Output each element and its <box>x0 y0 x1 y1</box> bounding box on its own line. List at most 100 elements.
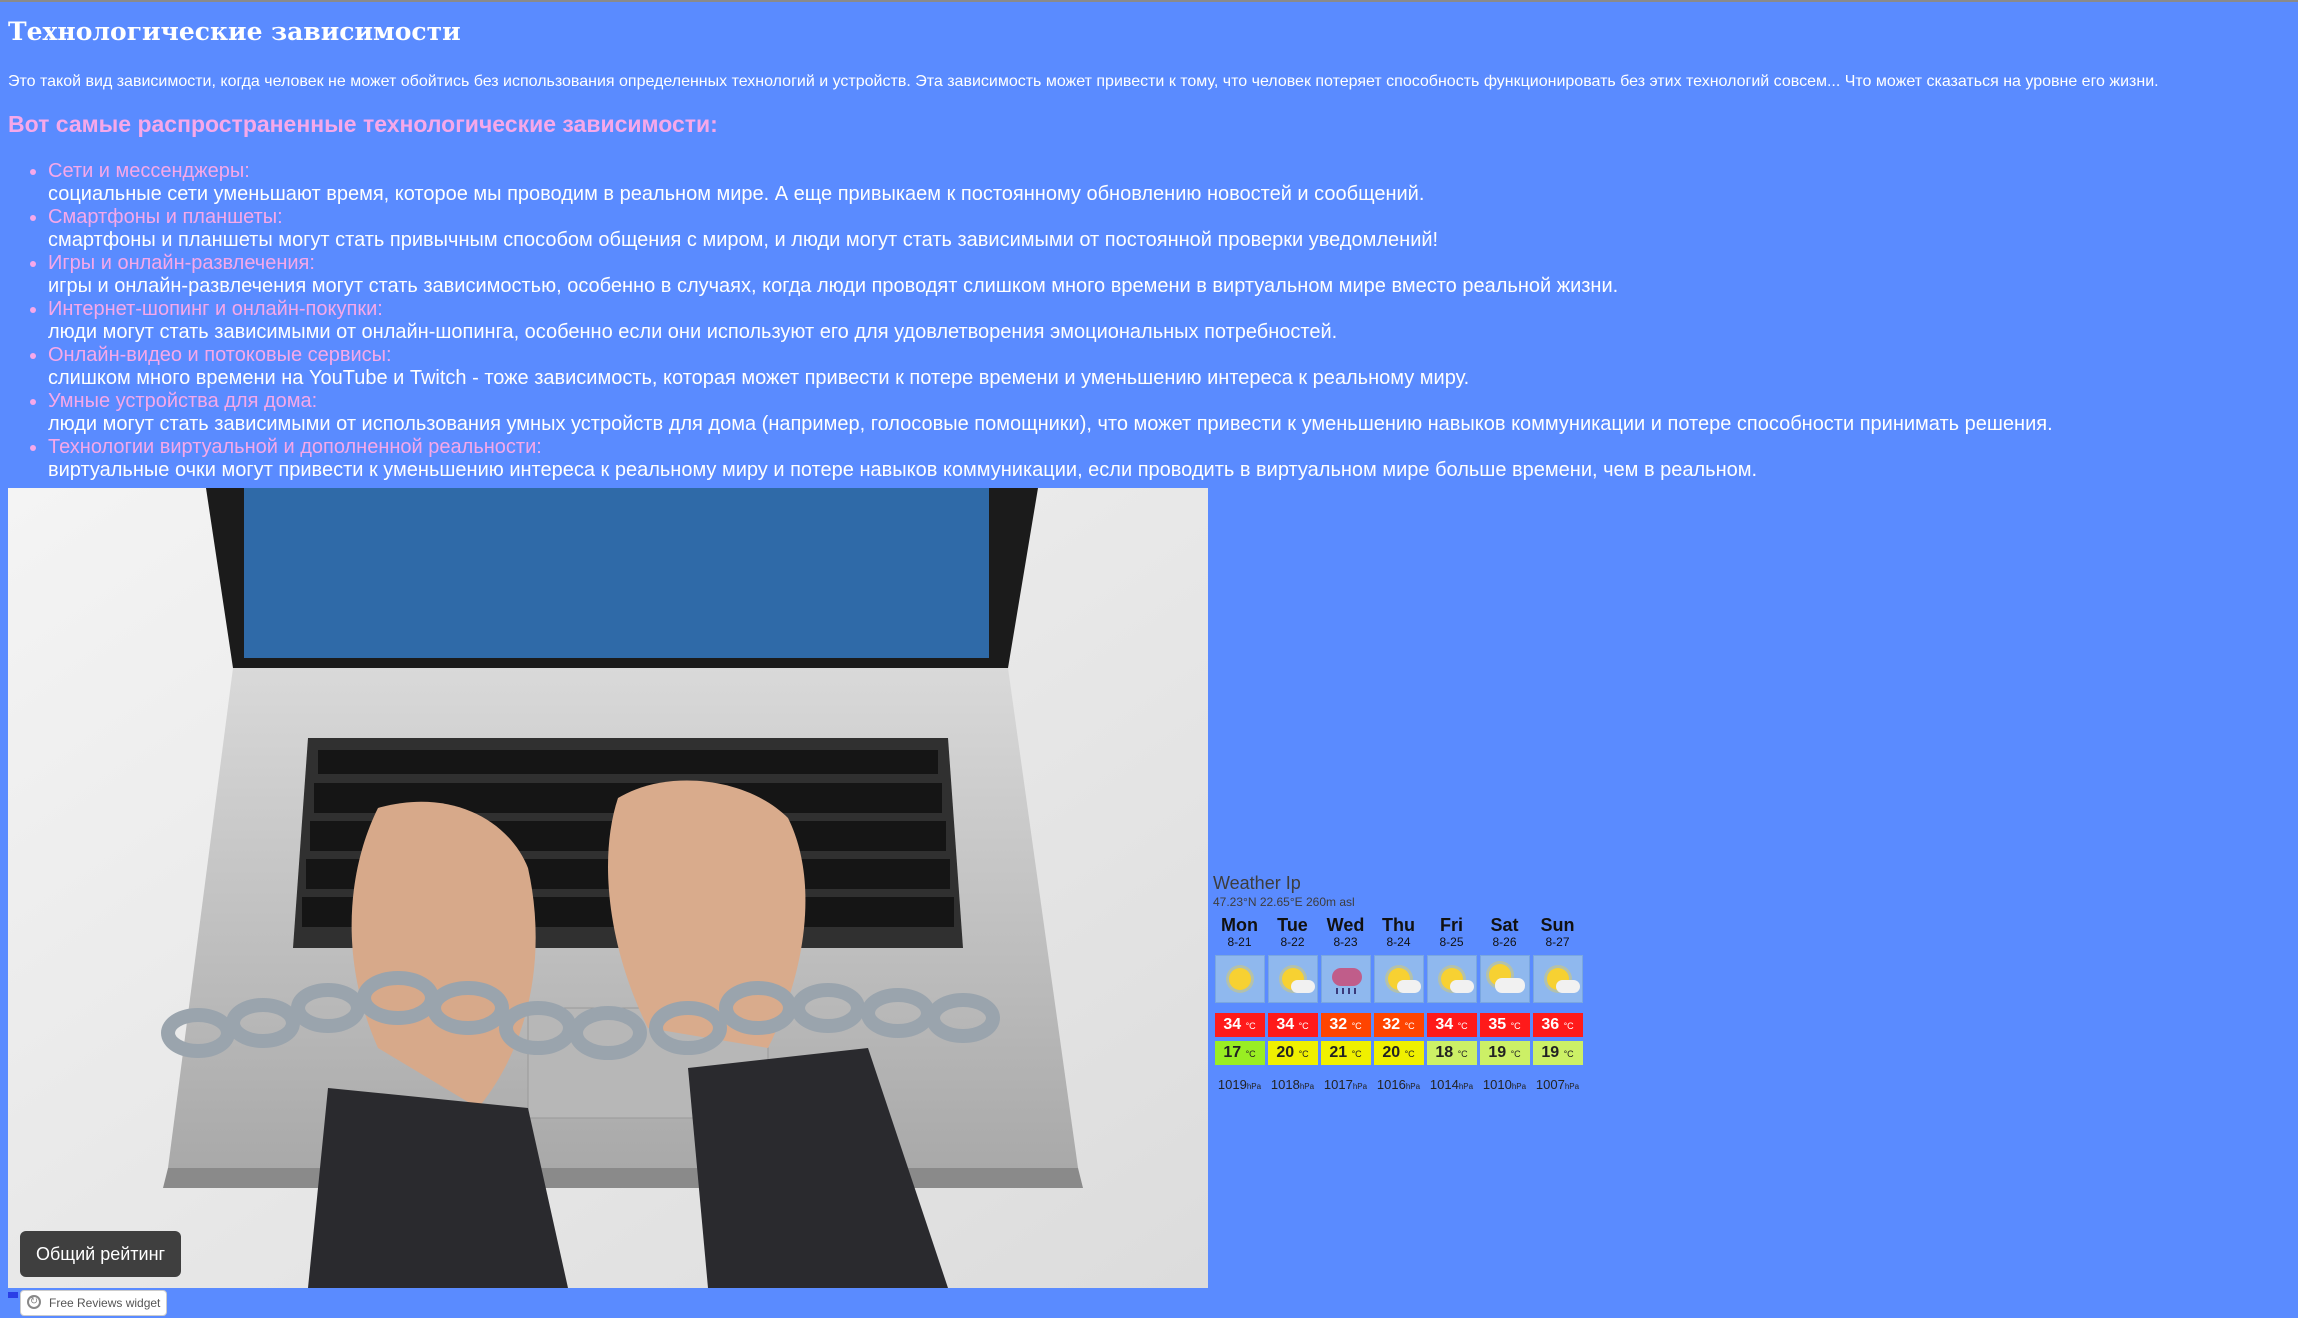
thunderstorm-icon <box>1320 955 1371 1003</box>
weather-pressure: 1010hPa <box>1478 1077 1531 1095</box>
weather-pressure-value: 1010 <box>1482 1077 1512 1092</box>
weather-day-column: Sat 8-26 35 °C 19 °C 1010hPa <box>1478 915 1531 1095</box>
partly-cloudy-icon <box>1267 955 1318 1003</box>
weather-pressure-unit: hPa <box>1246 1082 1262 1091</box>
weather-temp-unit: °C <box>1457 1021 1468 1031</box>
weather-max-temp-value: 34 <box>1223 1016 1242 1033</box>
weather-day-name: Thu <box>1382 915 1415 935</box>
weather-min-temp: 19 °C <box>1479 1041 1530 1065</box>
weather-pressure-value: 1017 <box>1323 1077 1353 1092</box>
weather-temp-unit: °C <box>1457 1049 1468 1059</box>
weather-pressure-unit: hPa <box>1299 1082 1315 1091</box>
weather-day-column: Tue 8-22 34 °C 20 °C 1018hPa <box>1266 915 1319 1095</box>
list-item: Игры и онлайн-развлечения:игры и онлайн-… <box>48 252 2290 298</box>
partly-cloudy-icon <box>1532 955 1583 1003</box>
weather-min-temp-value: 18 <box>1435 1044 1454 1061</box>
list-item: Сети и мессенджеры:социальные сети умень… <box>48 160 2290 206</box>
weather-day-column: Sun 8-27 36 °C 19 °C 1007hPa <box>1531 915 1584 1095</box>
weather-day-date: 8-25 <box>1439 935 1464 949</box>
dependency-category: Интернет-шопинг и онлайн-покупки: <box>48 298 383 320</box>
weather-pressure-unit: hPa <box>1511 1082 1527 1091</box>
weather-day-date: 8-26 <box>1492 935 1517 949</box>
weather-max-temp: 36 °C <box>1532 1013 1583 1037</box>
weather-min-temp: 21 °C <box>1320 1041 1371 1065</box>
weather-min-temp-value: 20 <box>1276 1044 1295 1061</box>
partly-cloudy-icon <box>1373 955 1424 1003</box>
dependency-description: смартфоны и планшеты могут стать привычн… <box>48 229 1439 251</box>
weather-temp-unit: °C <box>1510 1049 1521 1059</box>
list-item: Технологии виртуальной и дополненной реа… <box>48 436 2290 482</box>
free-reviews-widget-badge[interactable]: ↻ Free Reviews widget <box>20 1290 168 1316</box>
weather-day-date: 8-23 <box>1333 935 1358 949</box>
weather-pressure-value: 1019 <box>1217 1077 1247 1092</box>
weather-temp-unit: °C <box>1563 1049 1574 1059</box>
dependency-category: Сети и мессенджеры: <box>48 160 250 182</box>
weather-max-temp: 35 °C <box>1479 1013 1530 1037</box>
weather-pressure: 1016hPa <box>1372 1077 1425 1095</box>
weather-pressure: 1017hPa <box>1319 1077 1372 1095</box>
weather-min-temp: 20 °C <box>1267 1041 1318 1065</box>
weather-day-name: Tue <box>1277 915 1308 935</box>
weather-min-temp-value: 19 <box>1541 1044 1560 1061</box>
weather-pressure-value: 1018 <box>1270 1077 1300 1092</box>
cloudy-sun-icon <box>1479 955 1530 1003</box>
weather-pressure: 1007hPa <box>1531 1077 1584 1095</box>
page-content: Технологические зависимости Это такой ви… <box>8 16 2290 482</box>
weather-max-temp: 32 °C <box>1320 1013 1371 1037</box>
weather-max-temp-value: 34 <box>1276 1016 1295 1033</box>
weather-temp-unit: °C <box>1245 1021 1256 1031</box>
dependency-description: слишком много времени на YouTube и Twitc… <box>48 367 1470 389</box>
weather-min-temp: 17 °C <box>1214 1041 1265 1065</box>
weather-min-temp-value: 19 <box>1488 1044 1507 1061</box>
weather-day-date: 8-24 <box>1386 935 1411 949</box>
weather-day-name: Sun <box>1540 915 1575 935</box>
weather-min-temp: 19 °C <box>1532 1041 1583 1065</box>
widget-link-marker[interactable] <box>8 1292 18 1298</box>
weather-temp-unit: °C <box>1510 1021 1521 1031</box>
weather-temp-unit: °C <box>1298 1049 1309 1059</box>
weather-temp-unit: °C <box>1404 1049 1415 1059</box>
weather-max-temp: 34 °C <box>1214 1013 1265 1037</box>
weather-day-name: Sat <box>1490 915 1519 935</box>
page-title: Технологические зависимости <box>8 17 461 46</box>
weather-max-temp-value: 32 <box>1329 1016 1348 1033</box>
overall-rating-button[interactable]: Общий рейтинг <box>20 1231 182 1277</box>
dependencies-list: Сети и мессенджеры:социальные сети умень… <box>8 160 2290 482</box>
weather-pressure-value: 1014 <box>1429 1077 1459 1092</box>
weather-title[interactable]: Weather Ip <box>1213 873 1593 893</box>
list-item: Интернет-шопинг и онлайн-покупки:люди мо… <box>48 298 2290 344</box>
list-item: Умные устройства для дома:люди могут ста… <box>48 390 2290 436</box>
weather-temp-unit: °C <box>1245 1049 1256 1059</box>
weather-day-date: 8-21 <box>1227 935 1252 949</box>
dependency-description: люди могут стать зависимыми от онлайн-шо… <box>48 321 1338 343</box>
weather-max-temp: 34 °C <box>1426 1013 1477 1037</box>
weather-pressure-unit: hPa <box>1405 1082 1421 1091</box>
weather-day-column: Wed 8-23 32 °C 21 °C 1017hPa <box>1319 915 1372 1095</box>
weather-max-temp: 32 °C <box>1373 1013 1424 1037</box>
sunny-icon <box>1214 955 1265 1003</box>
section-subtitle: Вот самые распространенные технологическ… <box>8 111 718 137</box>
weather-pressure-unit: hPa <box>1564 1082 1580 1091</box>
chained-hands-laptop-image <box>8 488 1208 1288</box>
list-item: Смартфоны и планшеты:смартфоны и планшет… <box>48 206 2290 252</box>
weather-day-date: 8-22 <box>1280 935 1305 949</box>
dependency-category: Технологии виртуальной и дополненной реа… <box>48 436 542 458</box>
partly-cloudy-icon <box>1426 955 1477 1003</box>
weather-day-column: Thu 8-24 32 °C 20 °C 1016hPa <box>1372 915 1425 1095</box>
weather-day-name: Mon <box>1221 915 1258 935</box>
weather-day-column: Mon 8-21 34 °C 17 °C 1019hPa <box>1213 915 1266 1095</box>
weather-max-temp-value: 35 <box>1488 1016 1507 1033</box>
dependency-category: Смартфоны и планшеты: <box>48 206 283 228</box>
weather-widget[interactable]: Weather Ip 47.23°N 22.65°E 260m asl Mon 8… <box>1213 873 1593 1095</box>
weather-temp-unit: °C <box>1404 1021 1415 1031</box>
weather-temp-unit: °C <box>1298 1021 1309 1031</box>
weather-max-temp-value: 36 <box>1541 1016 1560 1033</box>
weather-coordinates: 47.23°N 22.65°E 260m asl <box>1213 895 1355 909</box>
weather-temp-unit: °C <box>1563 1021 1574 1031</box>
dependency-description: социальные сети уменьшают время, которое… <box>48 183 1425 205</box>
weather-max-temp-value: 34 <box>1435 1016 1454 1033</box>
dependency-category: Игры и онлайн-развлечения: <box>48 252 315 274</box>
weather-forecast-grid: Mon 8-21 34 °C 17 °C 1019hPa Tue 8-22 34 °C 20 °… <box>1213 915 1593 1095</box>
weather-min-temp-value: 17 <box>1223 1044 1242 1061</box>
weather-pressure-unit: hPa <box>1352 1082 1368 1091</box>
